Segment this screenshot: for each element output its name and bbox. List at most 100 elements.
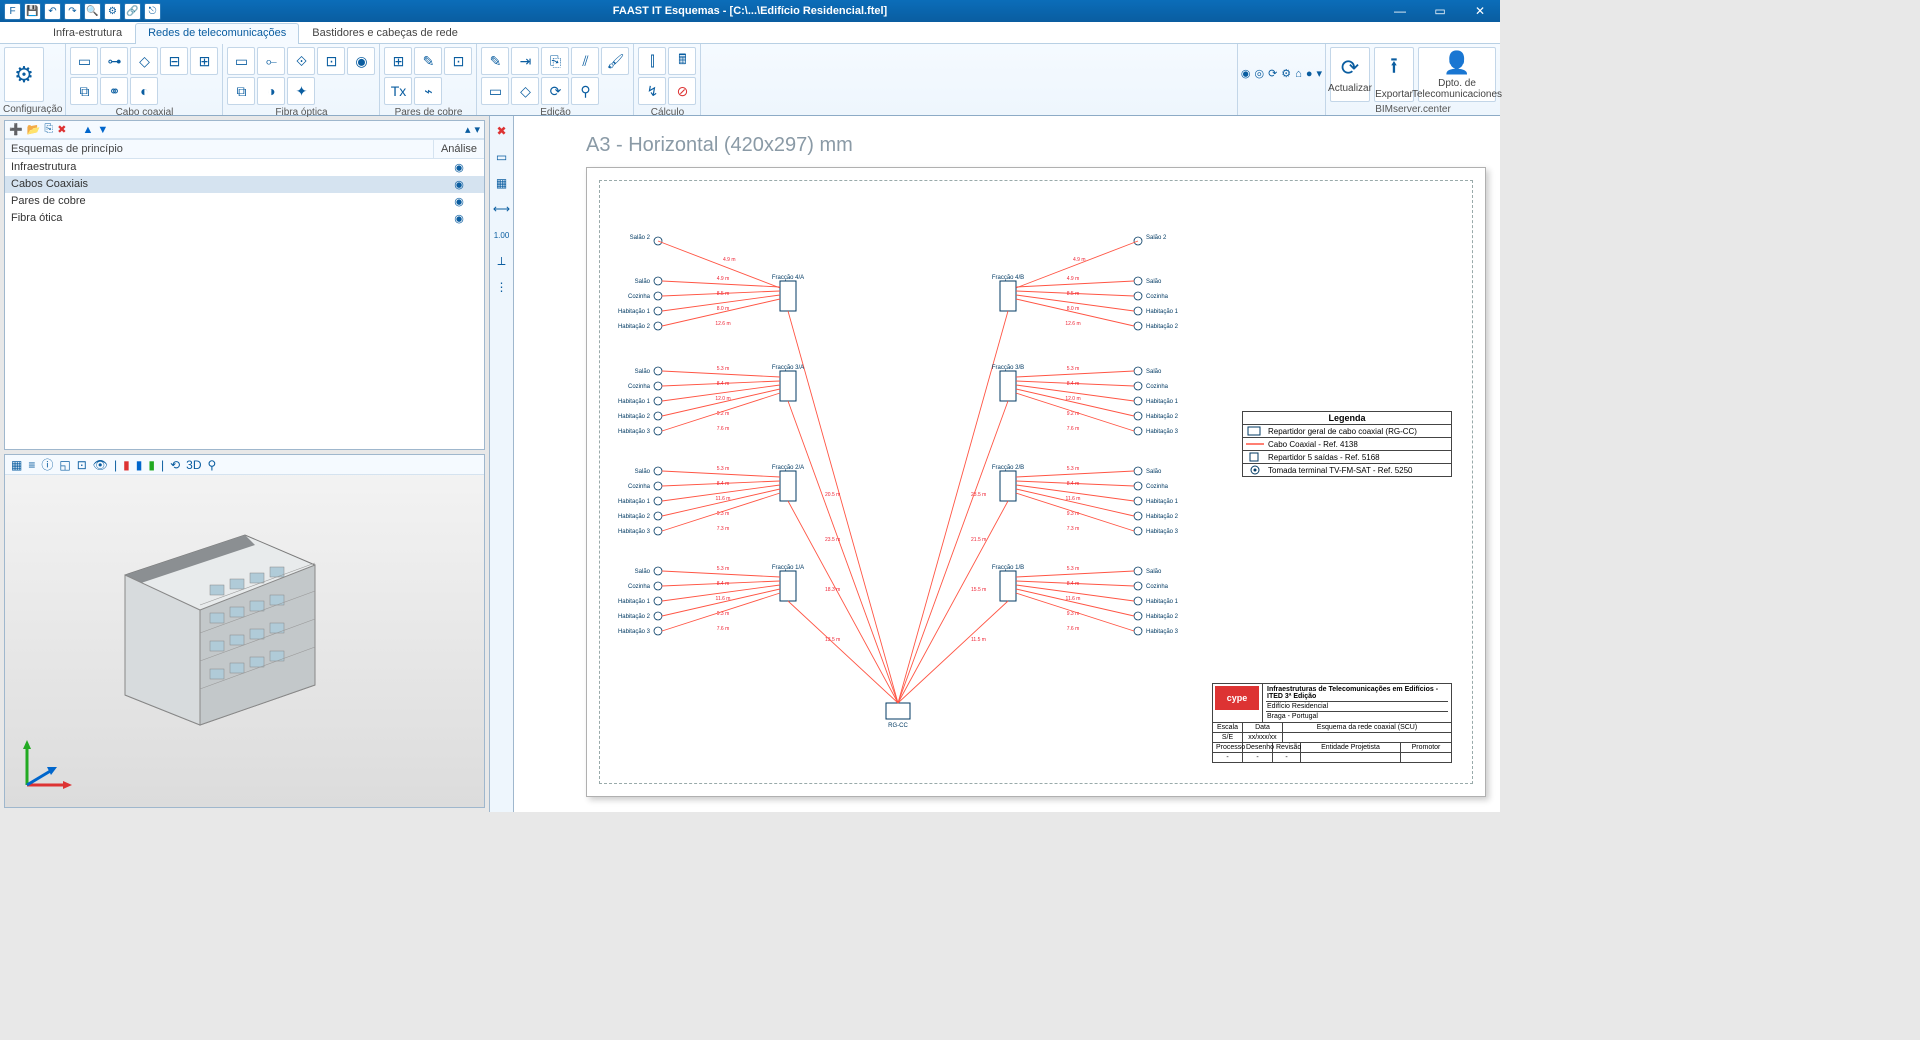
calc-2[interactable]: 🖩 — [668, 47, 696, 75]
calc-1[interactable]: ⫿ — [638, 47, 666, 75]
pt-down-icon[interactable]: ▼ — [97, 124, 108, 136]
svg-text:7.6 m: 7.6 m — [717, 426, 730, 432]
window-maximize[interactable]: ▭ — [1420, 0, 1460, 22]
ct-opt[interactable]: ⋮ — [493, 278, 511, 296]
mini-3[interactable]: ⟳ — [1268, 67, 1277, 80]
v3d-2[interactable]: ≡ — [28, 458, 35, 472]
ct-scale[interactable]: 1.00 — [493, 226, 511, 244]
v3d-8[interactable]: ▮ — [136, 458, 143, 472]
pt-new-icon[interactable]: ➕ — [9, 123, 23, 136]
list-row-fibra[interactable]: Fibra ótica◉ — [5, 210, 484, 227]
qat-save-icon[interactable]: 💾 — [24, 3, 41, 20]
v3d-6[interactable]: 👁 — [93, 458, 108, 472]
ct-window[interactable]: ▭ — [493, 148, 511, 166]
fibra-6[interactable]: ⧉ — [227, 77, 255, 105]
edit-1[interactable]: ✎ — [481, 47, 509, 75]
edit-5[interactable]: 🖌 — [601, 47, 629, 75]
tab-bastidores[interactable]: Bastidores e cabeças de rede — [299, 23, 471, 44]
pares-2[interactable]: ✎ — [414, 47, 442, 75]
edit-3[interactable]: ⎘ — [541, 47, 569, 75]
fibra-4[interactable]: ⊡ — [317, 47, 345, 75]
ribbon-group-fibra: ▭⟜⟐⊡◉ ⧉◑✦ Fibra óptica — [223, 44, 380, 115]
qat-export-icon[interactable]: ⎋ — [144, 3, 161, 20]
calc-4[interactable]: ⊘ — [668, 77, 696, 105]
config-icon[interactable]: ⚙ — [4, 47, 44, 102]
v3d-9[interactable]: ▮ — [148, 458, 155, 472]
bim-actualizar[interactable]: ⟳Actualizar — [1330, 47, 1370, 102]
pares-4[interactable]: Tx — [384, 77, 412, 105]
fibra-8[interactable]: ✦ — [287, 77, 315, 105]
tab-redes[interactable]: Redes de telecomunicações — [135, 23, 299, 44]
mini-4[interactable]: ⚙ — [1281, 67, 1291, 80]
ct-dim[interactable]: ⟷ — [493, 200, 511, 218]
pt-del-icon[interactable]: ✖ — [57, 123, 66, 136]
v3d-1[interactable]: ▦ — [11, 458, 22, 472]
ct-grid[interactable]: ▦ — [493, 174, 511, 192]
fibra-5[interactable]: ◉ — [347, 47, 375, 75]
edit-7[interactable]: ◇ — [511, 77, 539, 105]
svg-text:Salão: Salão — [1146, 369, 1162, 375]
coax-tool-5[interactable]: ⊞ — [190, 47, 218, 75]
svg-text:Fracção 4/B: Fracção 4/B — [992, 275, 1024, 281]
drawing-canvas[interactable]: A3 - Horizontal (420x297) mm RG-CCSalão … — [514, 116, 1500, 812]
ribbon-group-edicao: ✎⇥⎘⫽🖌 ▭◇⟳⚲ Edição — [477, 44, 634, 115]
qat-settings-icon[interactable]: ⚙ — [104, 3, 121, 20]
ct-ortho[interactable]: ⟂ — [493, 252, 511, 270]
calc-3[interactable]: ↯ — [638, 77, 666, 105]
pt-collapse-up-icon[interactable]: ▴ — [465, 123, 471, 136]
fibra-2[interactable]: ⟜ — [257, 47, 285, 75]
ct-del[interactable]: ✖ — [493, 122, 511, 140]
coax-tool-2[interactable]: ⊶ — [100, 47, 128, 75]
window-close[interactable]: ✕ — [1460, 0, 1500, 22]
edit-8[interactable]: ⟳ — [541, 77, 569, 105]
svg-text:9.2 m: 9.2 m — [1067, 411, 1080, 417]
qat-find-icon[interactable]: 🔍 — [84, 3, 101, 20]
v3d-12[interactable]: ⚲ — [208, 458, 217, 472]
svg-text:8.5 m: 8.5 m — [717, 291, 730, 297]
v3d-10[interactable]: ⟲ — [170, 458, 180, 472]
v3d-5[interactable]: ⊡ — [77, 458, 87, 472]
edit-2[interactable]: ⇥ — [511, 47, 539, 75]
tab-infraestrutura[interactable]: Infra-estrutura — [40, 23, 135, 44]
fibra-1[interactable]: ▭ — [227, 47, 255, 75]
pares-5[interactable]: ⌁ — [414, 77, 442, 105]
qat-link-icon[interactable]: 🔗 — [124, 3, 141, 20]
edit-4[interactable]: ⫽ — [571, 47, 599, 75]
list-row-cabos[interactable]: Cabos Coaxiais◉ — [5, 176, 484, 193]
v3d-4[interactable]: ◱ — [59, 458, 70, 472]
coax-tool-3[interactable]: ◇ — [130, 47, 158, 75]
pt-up-icon[interactable]: ▲ — [82, 124, 93, 136]
v3d-7[interactable]: ▮ — [123, 458, 130, 472]
view-3d[interactable]: ▦≡ ⓘ◱ ⊡👁 | ▮▮▮ | ⟲3D⚲ — [4, 454, 485, 808]
edit-6[interactable]: ▭ — [481, 77, 509, 105]
pt-open-icon[interactable]: 📂 — [27, 123, 41, 136]
v3d-3[interactable]: ⓘ — [41, 456, 53, 473]
pares-3[interactable]: ⊡ — [444, 47, 472, 75]
edit-9[interactable]: ⚲ — [571, 77, 599, 105]
qat-undo-icon[interactable]: ↶ — [44, 3, 61, 20]
fibra-3[interactable]: ⟐ — [287, 47, 315, 75]
coax-tool-8[interactable]: ◐ — [130, 77, 158, 105]
bim-dpto[interactable]: 👤Dpto. de Telecomunicaciones — [1418, 47, 1496, 102]
svg-text:5.3 m: 5.3 m — [717, 366, 730, 372]
mini-5[interactable]: ⌂ — [1295, 68, 1302, 80]
fibra-7[interactable]: ◑ — [257, 77, 285, 105]
coax-tool-1[interactable]: ▭ — [70, 47, 98, 75]
coax-tool-4[interactable]: ⊟ — [160, 47, 188, 75]
coax-tool-7[interactable]: ⚭ — [100, 77, 128, 105]
v3d-11[interactable]: 3D — [186, 458, 201, 472]
mini-6[interactable]: ● — [1306, 68, 1313, 80]
pt-collapse-down-icon[interactable]: ▾ — [474, 123, 480, 136]
mini-7[interactable]: ▾ — [1316, 67, 1322, 80]
qat-redo-icon[interactable]: ↷ — [64, 3, 81, 20]
coax-tool-6[interactable]: ⧉ — [70, 77, 98, 105]
pares-1[interactable]: ⊞ — [384, 47, 412, 75]
bim-exportar[interactable]: ⭱Exportar — [1374, 47, 1414, 102]
mini-2[interactable]: ◎ — [1254, 67, 1264, 80]
mini-1[interactable]: ◉ — [1241, 67, 1251, 80]
list-row-pares[interactable]: Pares de cobre◉ — [5, 193, 484, 210]
schemes-panel: ➕ 📂 ⎘ ✖ ▲ ▼ ▴ ▾ Esquemas de princípio An… — [4, 120, 485, 450]
list-row-infra[interactable]: Infraestrutura◉ — [5, 159, 484, 176]
window-minimize[interactable]: — — [1380, 0, 1420, 22]
pt-copy-icon[interactable]: ⎘ — [44, 123, 53, 136]
